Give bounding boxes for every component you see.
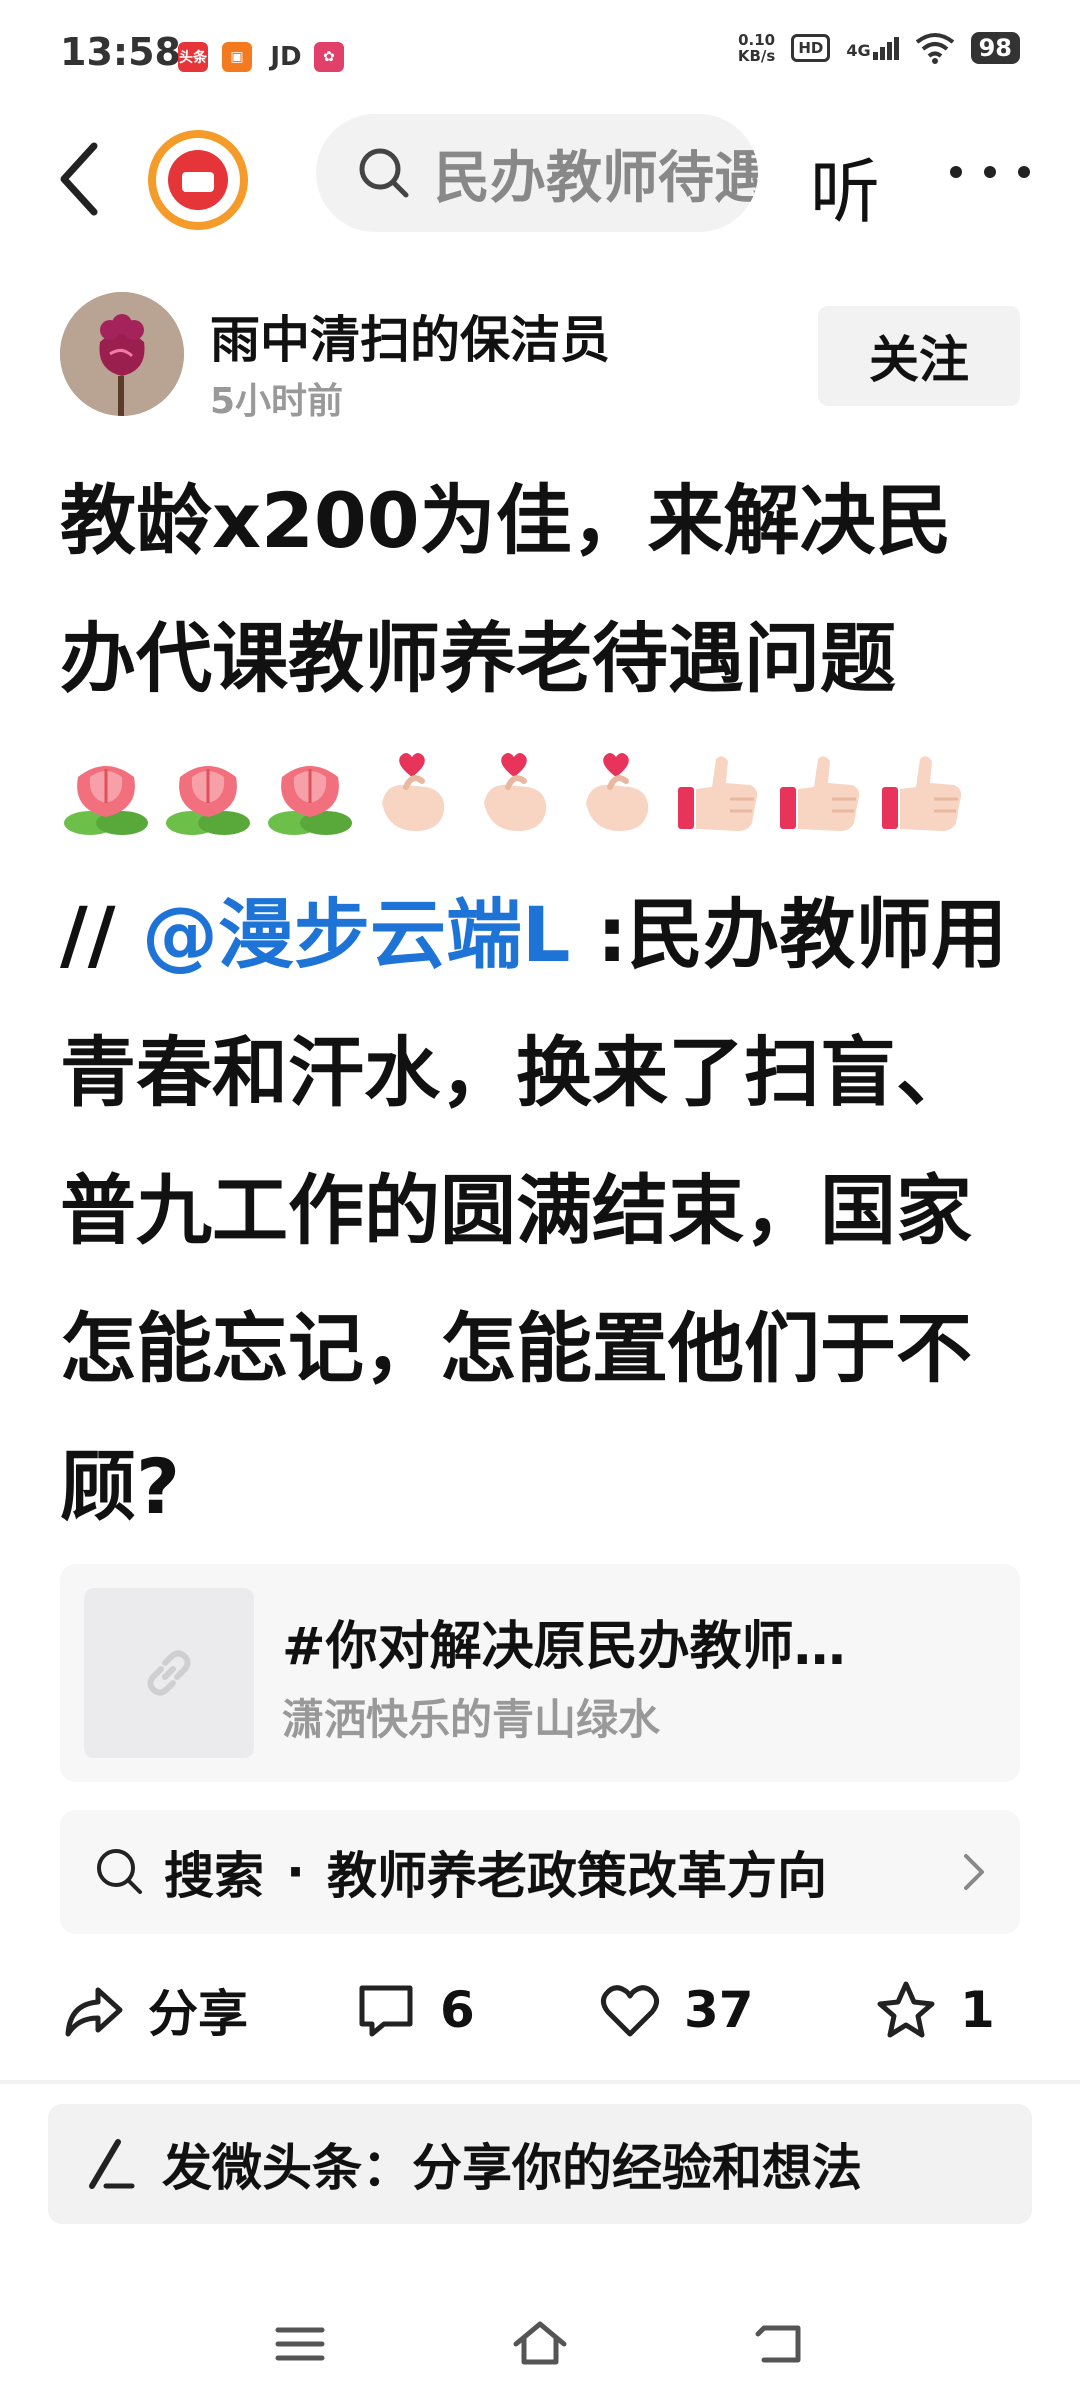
topic-link-card[interactable]: #你对解决原民办教师… 潇洒快乐的青山绿水 <box>60 1564 1020 1782</box>
avatar[interactable] <box>60 292 184 416</box>
chevron-right-icon <box>964 1854 984 1890</box>
network-type: 4G <box>846 40 871 60</box>
post-separator: // <box>60 890 116 979</box>
search-box[interactable]: 民办教师待遇 <box>316 114 758 232</box>
emoji-row <box>60 752 978 841</box>
author-name[interactable]: 雨中清扫的保洁员 <box>210 300 610 372</box>
search-icon <box>359 148 409 198</box>
share-button[interactable]: 分享 <box>62 1974 248 2046</box>
home-icon[interactable] <box>510 2314 570 2374</box>
search-dot: · <box>286 1843 305 1901</box>
thumbs-up-emoji <box>876 744 968 836</box>
search-query-text: 民办教师待遇 <box>434 145 758 211</box>
author-row: 雨中清扫的保洁员 5小时前 关注 <box>0 290 1080 422</box>
jd-notif-icon: JD <box>270 42 302 72</box>
menu-icon[interactable] <box>270 2314 330 2374</box>
comment-icon <box>359 1985 413 2037</box>
back-arrow-icon[interactable] <box>50 134 110 224</box>
status-time: 13:58 <box>60 30 181 74</box>
related-search-bar[interactable]: 搜索 · 教师养老政策改革方向 <box>60 1810 1020 1934</box>
action-bar: 分享 6 37 1 <box>0 1960 1080 2060</box>
link-title: #你对解决原民办教师… <box>282 1617 846 1677</box>
more-options-icon[interactable] <box>950 142 1030 202</box>
link-icon <box>147 1650 191 1696</box>
rose-emoji <box>162 744 254 836</box>
favorite-button[interactable]: 1 <box>874 1974 995 2046</box>
status-bar: 13:58 头条 ▣ JD ✿ 0.10 KB/s HD 4G 98 <box>0 0 1080 110</box>
divider <box>0 2080 1080 2084</box>
link-thumbnail <box>84 1588 254 1758</box>
net-speed-value: 0.10 <box>738 31 776 49</box>
toutiao-notif-icon: 头条 <box>178 42 208 72</box>
system-nav-bar <box>0 2300 1080 2400</box>
rose-emoji <box>264 744 356 836</box>
link-source: 潇洒快乐的青山绿水 <box>282 1695 661 1744</box>
heart-hand-emoji <box>366 744 458 836</box>
rose-emoji <box>60 744 152 836</box>
search-icon <box>97 1849 142 1894</box>
post-time: 5小时前 <box>210 381 344 422</box>
heart-hand-emoji <box>468 744 560 836</box>
post-text-part2: :民办教师用青春和汗水，换来了扫盲、普九工作的圆满结束，国家怎能忘记，怎能置他们… <box>60 890 1008 1531</box>
comment-button[interactable]: 6 <box>354 1974 475 2046</box>
top-nav: 民办教师待遇 听 <box>0 110 1080 240</box>
app-notif-icon: ▣ <box>222 42 252 72</box>
pen-icon <box>89 2139 135 2189</box>
wifi-icon <box>915 33 954 64</box>
pinduoduo-notif-icon: ✿ <box>314 42 344 72</box>
compose-placeholder: 发微头条：分享你的经验和想法 <box>162 2139 862 2197</box>
follow-button[interactable]: 关注 <box>818 306 1020 406</box>
comment-count: 6 <box>440 1981 475 2039</box>
flower-avatar-icon <box>60 292 184 416</box>
compose-bar[interactable]: 发微头条：分享你的经验和想法 <box>48 2104 1032 2224</box>
net-speed: 0.10 KB/s <box>738 32 775 64</box>
thumbs-up-emoji <box>774 744 866 836</box>
hd-icon: HD <box>791 34 831 62</box>
app-logo-icon[interactable] <box>148 130 248 230</box>
share-label: 分享 <box>148 1985 248 2043</box>
heart-icon <box>600 1985 660 2037</box>
post-text-part1: 教龄x200为佳，来解决民办代课教师养老待遇问题 <box>60 476 952 703</box>
heart-hand-emoji <box>570 744 662 836</box>
back-nav-icon[interactable] <box>750 2314 810 2374</box>
listen-button[interactable]: 听 <box>810 136 880 237</box>
battery-icon: 98 <box>970 32 1020 64</box>
red-envelope-icon <box>168 150 228 210</box>
status-indicators: 0.10 KB/s HD 4G 98 <box>738 32 1020 64</box>
signal-icon: 4G <box>846 36 899 60</box>
search-label: 搜索 <box>164 1847 264 1905</box>
thumbs-up-emoji <box>672 744 764 836</box>
favorite-count: 1 <box>960 1981 995 2039</box>
post-body: 教龄x200为佳，来解决民办代课教师养老待遇问题 // @漫步云端L :民办教师… <box>60 452 1020 1556</box>
search-suggestion-query: 教师养老政策改革方向 <box>327 1847 827 1905</box>
star-icon <box>877 1981 935 2038</box>
like-count: 37 <box>684 1981 754 2039</box>
net-speed-unit: KB/s <box>737 47 776 65</box>
like-button[interactable]: 37 <box>598 1974 754 2046</box>
share-icon <box>65 1987 123 2037</box>
mention-link[interactable]: @漫步云端L <box>142 890 570 979</box>
